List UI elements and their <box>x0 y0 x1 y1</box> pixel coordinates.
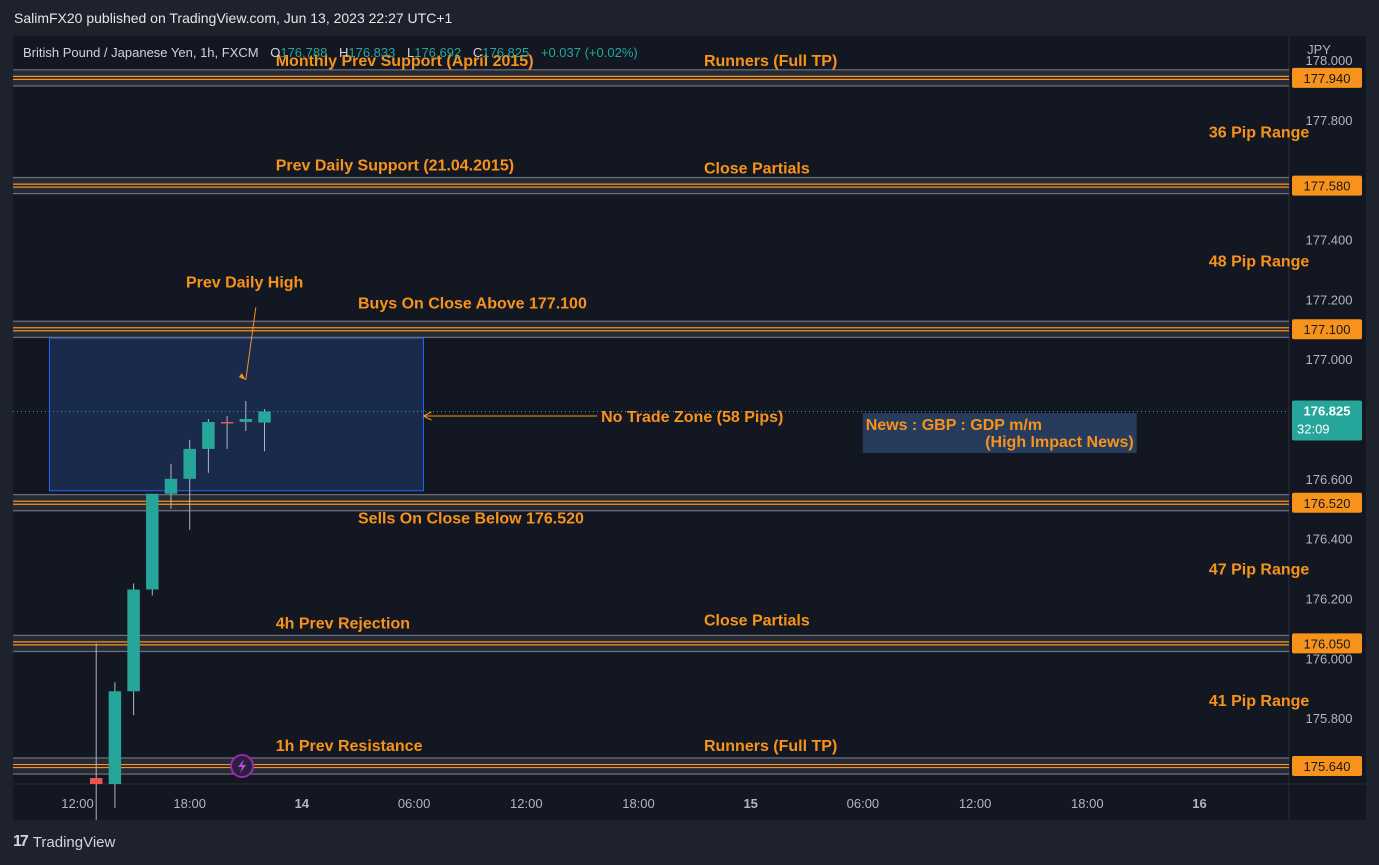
symbol-legend: British Pound / Japanese Yen, 1h, FXCM O… <box>23 45 638 60</box>
chart-annotation: Close Partials <box>704 161 810 178</box>
level-price-label: 177.100 <box>1304 322 1351 337</box>
x-tick-label: 12:00 <box>959 796 992 811</box>
candle-body <box>89 778 103 784</box>
no-trade-zone-box <box>48 337 424 492</box>
level-price-label: 176.050 <box>1304 636 1351 651</box>
level-band <box>13 493 1289 512</box>
high-label: H <box>338 45 349 60</box>
x-tick-label: 16 <box>1192 796 1206 811</box>
last-price-value: 176.825 <box>1304 403 1351 418</box>
bar-countdown: 32:09 <box>1297 421 1330 436</box>
level-band <box>13 757 1289 776</box>
chart-annotation: 36 Pip Range <box>1209 125 1310 142</box>
open-value: 176.788 <box>280 45 328 60</box>
chart-annotation: Runners (Full TP) <box>704 738 837 755</box>
news-title: News : GBP : GDP m/m <box>866 417 1042 434</box>
candle-body <box>164 478 178 494</box>
y-tick-label: 177.400 <box>1306 232 1353 247</box>
candle-body <box>258 411 271 423</box>
chart-annotation: 47 Pip Range <box>1209 562 1310 579</box>
y-tick-label: 177.800 <box>1306 113 1353 128</box>
x-tick-label: 18:00 <box>1071 796 1104 811</box>
chart-annotation: Prev Daily High <box>186 274 303 291</box>
level-price-label: 177.580 <box>1304 179 1351 194</box>
x-tick-label: 06:00 <box>847 796 880 811</box>
level-band <box>13 68 1289 87</box>
low-value: 176.692 <box>414 45 462 60</box>
close-value: 176.825 <box>482 45 530 60</box>
chart-annotation: Buys On Close Above 177.100 <box>358 295 587 312</box>
x-tick-label: 12:00 <box>510 796 543 811</box>
level-band <box>13 176 1289 195</box>
candle-body <box>146 493 159 590</box>
close-label: C <box>472 45 483 60</box>
x-tick-label: 18:00 <box>622 796 655 811</box>
chart-annotation: 48 Pip Range <box>1209 253 1310 270</box>
change-value: +0.037 (+0.02%) <box>540 45 638 60</box>
price-chart[interactable]: JPY178.000177.800177.400177.200177.00017… <box>13 36 1366 820</box>
x-tick-label: 12:00 <box>61 796 94 811</box>
level-price-label: 176.520 <box>1304 496 1351 511</box>
y-tick-label: 176.000 <box>1306 651 1353 666</box>
chart-annotation: No Trade Zone (58 Pips) <box>601 409 783 426</box>
chart-annotation: Close Partials <box>704 612 810 629</box>
publish-info: SalimFX20 published on TradingView.com, … <box>14 10 453 26</box>
chart-annotation: 41 Pip Range <box>1209 693 1310 710</box>
y-tick-label: 176.400 <box>1306 532 1353 547</box>
tradingview-logo[interactable]: 17 TradingView <box>13 833 115 851</box>
y-tick-label: 178.000 <box>1306 53 1353 68</box>
open-label: O <box>270 45 281 60</box>
y-tick-label: 177.000 <box>1306 352 1353 367</box>
high-value: 176.833 <box>348 45 396 60</box>
chart-annotation: Runners (Full TP) <box>704 53 837 70</box>
level-price-label: 175.640 <box>1304 759 1351 774</box>
candle-body <box>220 421 234 424</box>
candle-body <box>108 691 122 784</box>
tradingview-logo-icon: 17 <box>13 833 29 850</box>
x-tick-label: 06:00 <box>398 796 431 811</box>
chart-annotation: 1h Prev Resistance <box>276 738 423 755</box>
chart-annotation: Prev Daily Support (21.04.2015) <box>276 158 514 175</box>
y-tick-label: 176.600 <box>1306 472 1353 487</box>
symbol-name: British Pound / Japanese Yen, 1h, FXCM <box>23 45 259 60</box>
x-tick-label: 15 <box>743 796 757 811</box>
y-tick-label: 177.200 <box>1306 292 1353 307</box>
level-band <box>13 634 1289 653</box>
candle-body <box>127 589 140 692</box>
x-tick-label: 18:00 <box>173 796 206 811</box>
chart-annotation: 4h Prev Rejection <box>276 615 410 632</box>
candle-body <box>239 418 253 422</box>
candle-body <box>183 448 196 479</box>
tradingview-brand: TradingView <box>32 833 116 851</box>
level-band <box>13 320 1289 339</box>
chart-annotation: Sells On Close Below 176.520 <box>358 511 584 528</box>
x-tick-label: 14 <box>295 796 310 811</box>
y-tick-label: 175.800 <box>1306 711 1353 726</box>
news-subtitle: (High Impact News) <box>985 434 1133 451</box>
level-price-label: 177.940 <box>1304 71 1351 86</box>
candle-body <box>202 421 215 449</box>
y-tick-label: 176.200 <box>1306 591 1353 606</box>
